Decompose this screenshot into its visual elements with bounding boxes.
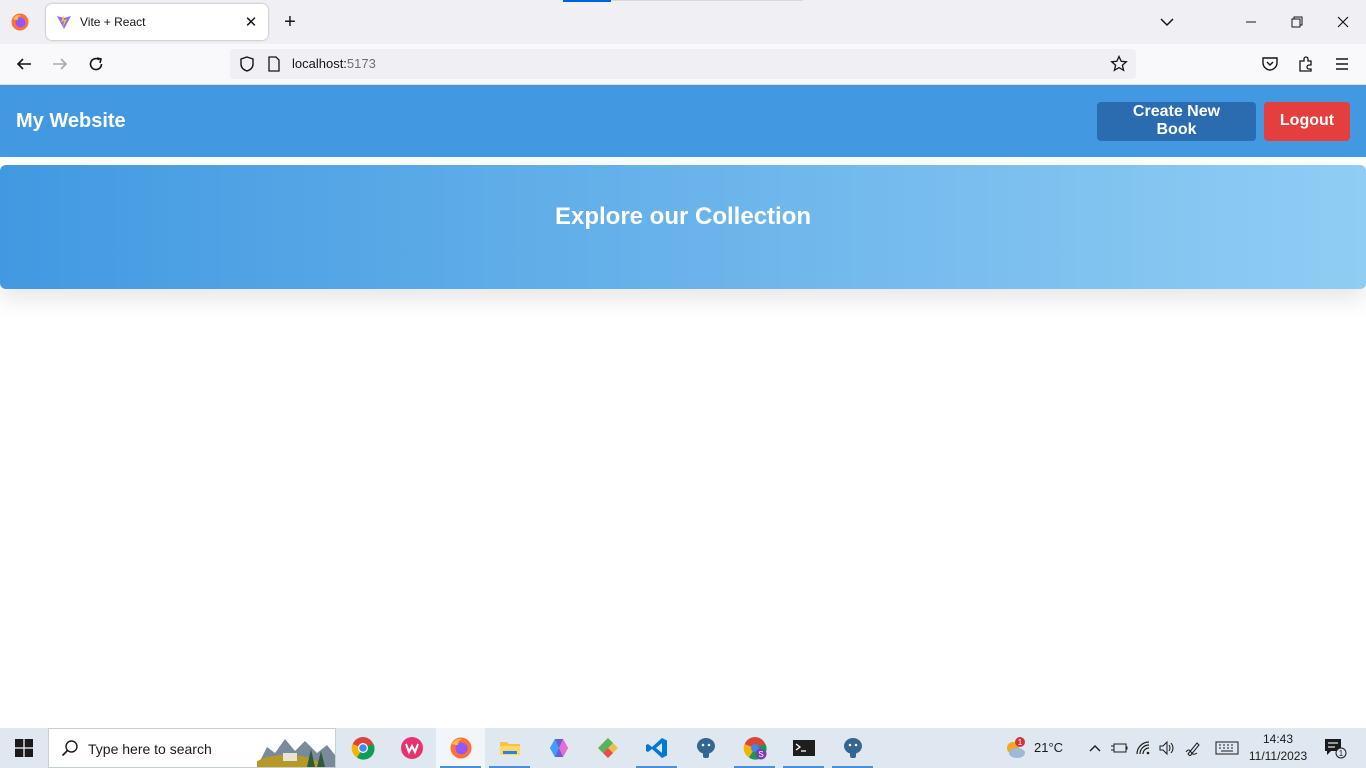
hero-title: Explore our Collection [554,203,812,230]
taskbar-git-client-icon[interactable] [583,728,632,768]
taskbar-firefox-icon[interactable] [436,728,485,768]
header-actions: Create New Book Logout [1097,101,1350,141]
url-host: localhost: [292,56,347,71]
battery-plugged-icon[interactable] [1109,738,1129,758]
weather-badge: 1 [1018,738,1023,747]
notifications-icon[interactable]: 1 [1322,736,1348,760]
temperature-text[interactable]: 21°C [1034,740,1063,755]
tracking-protection-shield-icon[interactable] [238,55,256,73]
list-all-tabs-chevron-icon[interactable] [1156,11,1178,33]
taskbar-vscode-icon[interactable] [632,728,681,768]
address-bar[interactable]: localhost:5173 [230,49,1136,79]
new-tab-plus-icon[interactable]: + [278,10,302,34]
windows-taskbar: Type here to search S 1 21°C 14:43 11/11… [0,728,1366,768]
clock-time: 14:43 [1262,732,1294,746]
tab-progress-indicator [563,0,611,2]
search-icon [61,740,78,757]
vite-favicon-icon [57,15,71,29]
extensions-puzzle-icon[interactable] [1295,53,1317,75]
bookmark-star-icon[interactable] [1110,55,1128,73]
close-tab-icon[interactable]: ✕ [240,11,262,33]
web-page: My Website Create New Book Logout Explor… [0,85,1366,728]
svg-text:S: S [758,750,763,759]
system-clock[interactable]: 14:43 11/11/2023 [1244,731,1312,765]
create-new-book-button[interactable]: Create New Book [1097,101,1256,141]
taskbar-chrome-profile-icon[interactable]: S [730,728,779,768]
taskbar-search-box[interactable]: Type here to search [48,728,336,768]
taskbar-chrome-icon[interactable] [338,728,387,768]
logout-button[interactable]: Logout [1264,101,1350,141]
taskbar-terminal-icon[interactable] [779,728,828,768]
weather-sun-cloud-icon[interactable]: 1 [1003,736,1029,760]
minimize-window-icon[interactable] [1228,0,1274,44]
back-arrow-icon[interactable] [13,53,35,75]
search-highlight-illustration-icon[interactable] [257,733,335,767]
firefox-logo-icon[interactable] [10,12,30,32]
reload-icon[interactable] [85,53,107,75]
url-text[interactable]: localhost:5173 [292,56,376,71]
forward-arrow-icon[interactable] [49,53,71,75]
url-port: 5173 [346,56,376,71]
windows-start-icon[interactable] [0,728,48,768]
page-info-icon[interactable] [266,55,282,73]
site-title[interactable]: My Website [16,110,126,133]
touch-keyboard-icon[interactable] [1214,738,1240,758]
show-hidden-icons-chevron-icon[interactable] [1085,738,1105,758]
taskbar-copilot-icon[interactable] [534,728,583,768]
tab-title: Vite + React [80,15,146,29]
taskbar-wps-office-icon[interactable] [387,728,436,768]
browser-navigation-bar: localhost:5173 [0,44,1366,85]
wifi-icon[interactable] [1134,738,1154,758]
hero-banner: Explore our Collection [0,165,1366,289]
taskbar-postgresql-icon[interactable] [681,728,730,768]
browser-tab-active[interactable]: Vite + React ✕ [46,4,268,40]
browser-tab-bar: Vite + React ✕ + [0,0,1366,44]
taskbar-pgadmin-icon[interactable] [828,728,877,768]
tab-progress-track [611,0,803,1]
site-header: My Website Create New Book Logout [0,85,1366,157]
restore-window-icon[interactable] [1274,0,1320,44]
close-window-icon[interactable] [1320,0,1366,44]
pen-ink-workspace-icon[interactable] [1184,738,1204,758]
clock-date: 11/11/2023 [1248,749,1308,763]
notification-count: 1 [1339,749,1344,758]
menu-hamburger-icon[interactable] [1331,53,1353,75]
search-placeholder: Type here to search [88,741,212,757]
taskbar-file-explorer-icon[interactable] [485,728,534,768]
volume-speaker-icon[interactable] [1157,738,1177,758]
pocket-icon[interactable] [1259,53,1281,75]
